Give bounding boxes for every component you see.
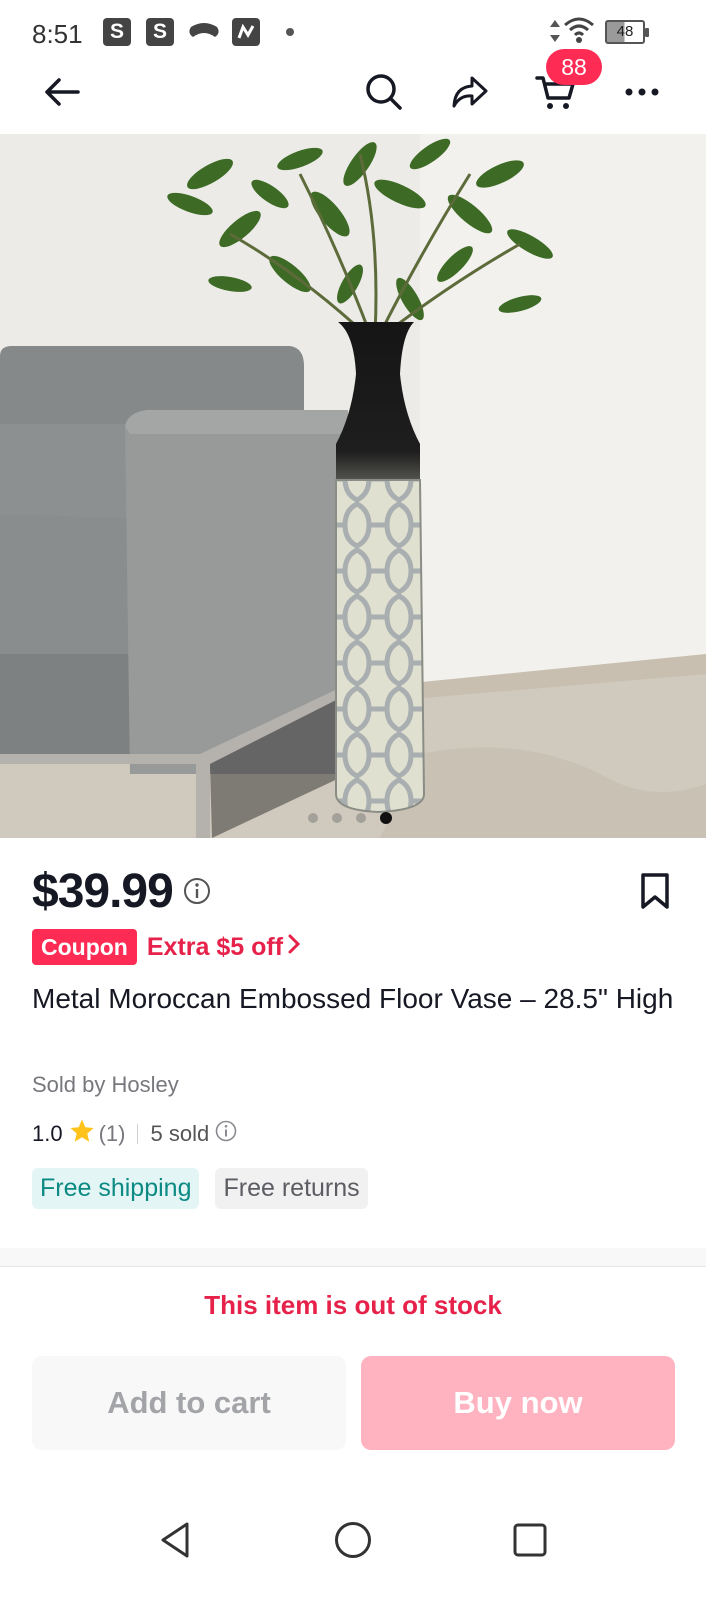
app-notification-icon [232, 18, 260, 46]
notification-s-icon: S [103, 18, 131, 46]
section-divider [0, 1248, 706, 1266]
shipping-chips: Free shipping Free returns [32, 1168, 368, 1209]
image-carousel-dots [308, 812, 392, 824]
battery-icon: 48 [605, 20, 649, 44]
rating-row[interactable]: 1.0 (1) 5 sold [32, 1118, 237, 1150]
carousel-dot[interactable] [308, 813, 318, 823]
product-title: Metal Moroccan Embossed Floor Vase – 28.… [32, 983, 674, 1014]
rating-value: 1.0 [32, 1121, 63, 1146]
sold-info-icon[interactable] [215, 1120, 237, 1148]
more-notifications-dot [286, 28, 294, 36]
notification-s-icon: S [146, 18, 174, 46]
divider-line [0, 1266, 706, 1267]
search-button[interactable] [354, 64, 414, 120]
sold-count: 5 sold [150, 1121, 210, 1146]
carousel-dot-active[interactable] [380, 812, 392, 824]
wifi-icon [563, 16, 595, 49]
bookmark-icon [641, 873, 669, 909]
share-icon [452, 76, 488, 108]
bookmark-button[interactable] [638, 872, 672, 915]
rating-count: (1) [98, 1121, 126, 1146]
price-info-icon[interactable] [183, 877, 211, 910]
search-icon [366, 74, 402, 110]
system-recents-button[interactable] [490, 1500, 570, 1580]
carousel-dot[interactable] [332, 813, 342, 823]
back-arrow-icon [45, 78, 80, 106]
cart-count-badge: 88 [546, 49, 602, 85]
add-to-cart-button[interactable]: Add to cart [32, 1356, 346, 1450]
top-nav [0, 64, 720, 134]
free-shipping-chip[interactable]: Free shipping [32, 1168, 200, 1209]
status-bar: 8:51 S S 48 [0, 0, 720, 64]
recents-square-icon [513, 1523, 547, 1557]
coupon-row[interactable]: Coupon Extra $5 off [32, 929, 301, 965]
back-button[interactable] [32, 64, 92, 120]
divider [137, 1124, 139, 1144]
coupon-text: Extra $5 off [146, 932, 284, 961]
back-triangle-icon [161, 1522, 189, 1558]
system-nav-bar [0, 1480, 720, 1600]
chevron-right-icon [287, 933, 301, 962]
product-price: $39.99 [32, 865, 174, 918]
more-options-button[interactable] [612, 64, 672, 120]
out-of-stock-message: This item is out of stock [204, 1290, 502, 1320]
home-circle-icon [335, 1522, 371, 1558]
data-arrows-icon [549, 18, 561, 49]
free-returns-chip[interactable]: Free returns [215, 1168, 368, 1209]
buy-now-button[interactable]: Buy now [361, 1356, 675, 1450]
share-button[interactable] [440, 64, 500, 120]
price-row: $39.99 [32, 864, 211, 919]
carousel-dot[interactable] [356, 813, 366, 823]
game-controller-icon [187, 19, 221, 50]
star-icon [69, 1118, 95, 1150]
more-dots-icon [625, 88, 659, 96]
system-back-button[interactable] [136, 1500, 216, 1580]
system-home-button[interactable] [313, 1500, 393, 1580]
status-time: 8:51 [32, 19, 83, 49]
product-image[interactable] [0, 134, 706, 838]
coupon-badge: Coupon [32, 929, 137, 965]
seller-link[interactable]: Sold by Hosley [32, 1072, 179, 1098]
